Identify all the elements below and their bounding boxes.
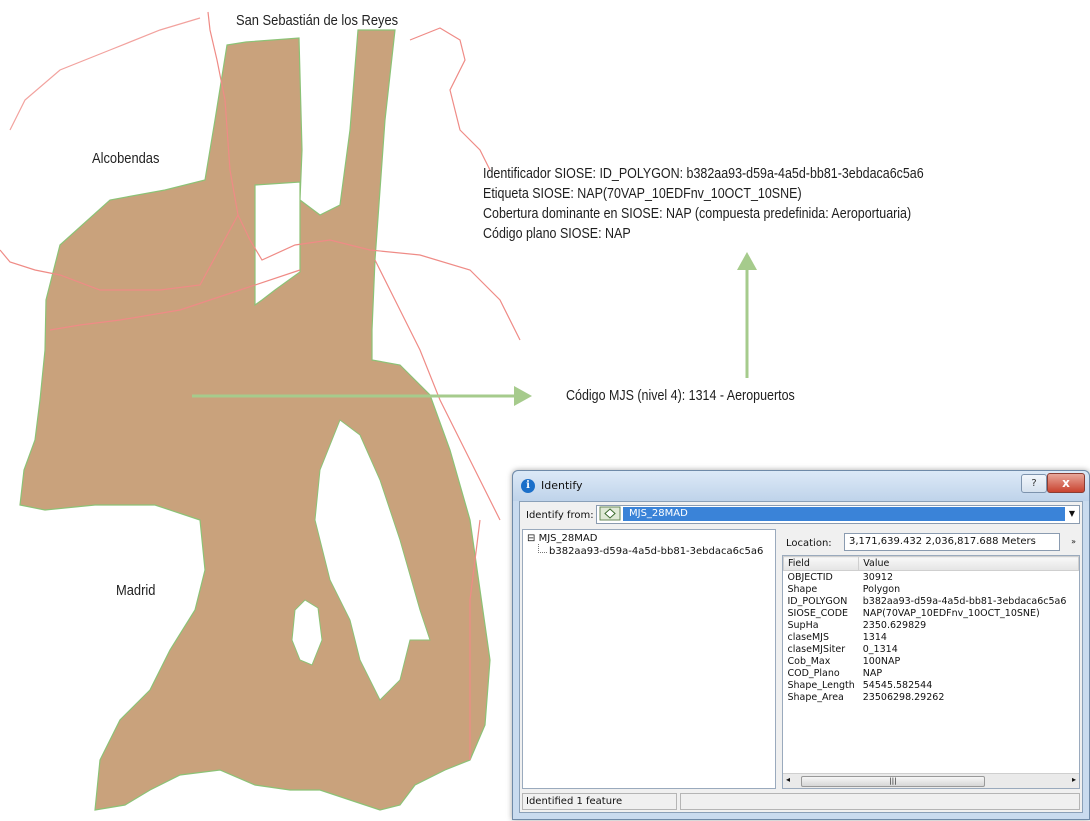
selected-layer-highlight <box>623 507 1065 521</box>
municipal-boundary <box>409 27 491 171</box>
label-san-sebastian: San Sebastián de los Reyes <box>236 12 399 29</box>
identify-client-area: Identify from: MJS_28MAD ▼ ⊟ MJS_28MAD b… <box>519 501 1083 813</box>
location-field[interactable]: 3,171,639.432 2,036,817.688 Meters <box>844 533 1060 551</box>
scroll-right-icon[interactable]: ▸ <box>1072 775 1076 784</box>
location-label: Location: <box>786 538 832 549</box>
arrow-head-right <box>514 386 532 406</box>
field-value-cell: 23506298.29262 <box>862 691 945 703</box>
field-name-cell: SupHa <box>787 619 819 631</box>
table-row[interactable]: Shape_Area 23506298.29262 <box>784 691 1079 703</box>
field-name-cell: Shape <box>787 583 818 595</box>
column-header-value[interactable]: Value <box>858 556 1079 571</box>
column-header-field[interactable]: Field <box>782 556 860 571</box>
identify-from-label: Identify from: <box>526 510 594 521</box>
status-bar: Identified 1 feature <box>522 793 1080 810</box>
label-alcobendas: Alcobendas <box>92 150 160 167</box>
field-name-cell: claseMJS <box>787 631 830 643</box>
info-line-etiqueta: Etiqueta SIOSE: NAP(70VAP_10EDFnv_10OCT_… <box>483 186 802 202</box>
attributes-grid[interactable]: Field Value OBJECTID 30912 Shape Polygon ID_… <box>782 555 1080 789</box>
field-value-cell: b382aa93-d59a-4a5d-bb81-3ebdaca6c5a6 <box>862 595 1067 607</box>
airport-polygon <box>19 29 491 811</box>
field-value-cell: 1314 <box>862 631 887 643</box>
siose-info: Identificador SIOSE: ID_POLYGON: b382aa9… <box>483 164 924 244</box>
selected-layer: MJS_28MAD <box>629 508 688 519</box>
field-value-cell: NAP <box>862 667 883 679</box>
field-name-cell: claseMJSiter <box>787 643 846 655</box>
field-name-cell: COD_Plano <box>787 667 840 679</box>
location-units-toggle[interactable]: » <box>1071 537 1076 546</box>
tree-connector <box>538 544 547 553</box>
field-name-cell: ID_POLYGON <box>787 595 848 607</box>
scroll-left-icon[interactable]: ◂ <box>786 775 790 784</box>
attributes-panel: Location: 3,171,639.432 2,036,817.688 Me… <box>782 529 1080 789</box>
field-value-cell: 0_1314 <box>862 643 898 655</box>
scrollbar-thumb[interactable]: ||| <box>801 776 985 787</box>
field-value-cell: 54545.582544 <box>862 679 933 691</box>
field-value-cell: 30912 <box>862 571 893 583</box>
arrow-head-up <box>737 252 757 270</box>
horizontal-scrollbar[interactable]: ◂ ||| ▸ <box>783 773 1079 788</box>
info-line-cobertura: Cobertura dominante en SIOSE: NAP (compu… <box>483 206 912 222</box>
field-name-cell: Shape_Length <box>787 679 855 691</box>
table-row[interactable]: SupHa 2350.629829 <box>784 619 1079 631</box>
table-row[interactable]: Shape Polygon <box>784 583 1079 595</box>
table-row[interactable]: claseMJS 1314 <box>784 631 1079 643</box>
window-title: Identify <box>541 479 583 492</box>
tree-root-label: MJS_28MAD <box>538 533 598 544</box>
table-row[interactable]: Shape_Length 54545.582544 <box>784 679 1079 691</box>
mjs-code-label: Código MJS (nivel 4): 1314 - Aeropuertos <box>566 388 795 404</box>
tree-root-item[interactable]: ⊟ MJS_28MAD <box>527 533 597 544</box>
field-value-cell: 2350.629829 <box>862 619 927 631</box>
title-bar[interactable]: i Identify ? x <box>513 471 1089 501</box>
status-text: Identified 1 feature <box>522 793 677 810</box>
collapse-icon[interactable]: ⊟ <box>527 533 535 544</box>
field-name-cell: OBJECTID <box>787 571 833 583</box>
tree-child-item[interactable]: b382aa93-d59a-4a5d-bb81-3ebdaca6c5a6 <box>549 546 763 557</box>
chevron-down-icon[interactable]: ▼ <box>1066 507 1078 520</box>
close-button[interactable]: x <box>1047 473 1085 493</box>
info-line-identificador: Identificador SIOSE: ID_POLYGON: b382aa9… <box>483 166 924 182</box>
table-row[interactable]: ID_POLYGON b382aa93-d59a-4a5d-bb81-3ebdac… <box>784 595 1079 607</box>
table-row[interactable]: OBJECTID 30912 <box>784 571 1079 584</box>
municipal-boundary <box>9 17 201 131</box>
table-row[interactable]: claseMJSiter 0_1314 <box>784 643 1079 655</box>
info-icon: i <box>521 479 535 493</box>
field-name-cell: Shape_Area <box>787 691 844 703</box>
results-tree: ⊟ MJS_28MAD b382aa93-d59a-4a5d-bb81-3ebd… <box>522 529 776 789</box>
help-button[interactable]: ? <box>1021 474 1047 493</box>
info-line-codigo-plano: Código plano SIOSE: NAP <box>483 226 631 242</box>
field-name-cell: Cob_Max <box>787 655 831 667</box>
field-value-cell: 100NAP <box>862 655 901 667</box>
field-value-cell: Polygon <box>862 583 901 595</box>
label-madrid: Madrid <box>116 582 156 599</box>
status-panel <box>680 793 1080 810</box>
field-value-cell: NAP(70VAP_10EDFnv_10OCT_10SNE) <box>862 607 1040 619</box>
layer-icon <box>599 506 621 521</box>
table-row[interactable]: Cob_Max 100NAP <box>784 655 1079 667</box>
identify-window[interactable]: i Identify ? x Identify from: MJS_28MAD … <box>512 470 1090 820</box>
attributes-table: Field Value OBJECTID 30912 Shape Polygon ID_… <box>782 556 1079 703</box>
field-name-cell: SIOSE_CODE <box>787 607 849 619</box>
identify-from-dropdown[interactable]: MJS_28MAD ▼ <box>596 505 1080 524</box>
table-row[interactable]: SIOSE_CODE NAP(70VAP_10EDFnv_10OCT_10SNE) <box>784 607 1079 619</box>
table-row[interactable]: COD_Plano NAP <box>784 667 1079 679</box>
